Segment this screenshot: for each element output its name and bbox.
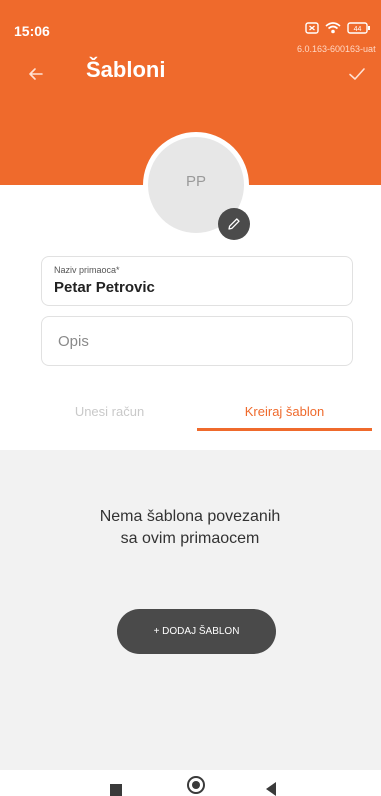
system-back-button[interactable] <box>266 782 276 796</box>
empty-state-message: Nema šablona povezanih sa ovim primaocem <box>99 508 281 547</box>
arrow-left-icon <box>29 68 43 80</box>
pencil-icon <box>228 218 240 230</box>
save-button[interactable] <box>345 62 369 86</box>
status-icons: 44 <box>305 22 371 34</box>
recipient-name-field[interactable]: Naziv primaoca* Petar Petrovic <box>41 256 353 306</box>
recents-button[interactable] <box>110 784 122 796</box>
tab-enter-bill[interactable]: Unesi račun <box>22 396 197 432</box>
check-icon <box>349 68 365 80</box>
recipient-name-value: Petar Petrovic <box>54 279 155 296</box>
templates-empty-state: Nema šablona povezanih sa ovim primaocem… <box>0 450 381 770</box>
system-nav-bar <box>0 770 381 796</box>
status-time: 15:06 <box>14 23 50 39</box>
home-button[interactable] <box>187 776 205 794</box>
description-placeholder: Opis <box>58 333 89 350</box>
app-version: 6.0.163-600163-uat <box>297 44 376 54</box>
add-template-button[interactable]: + DODAJ ŠABLON <box>117 609 276 654</box>
active-tab-indicator <box>197 428 372 431</box>
page-title: Šabloni <box>86 57 166 82</box>
back-button[interactable] <box>24 62 48 86</box>
edit-avatar-button[interactable] <box>218 208 250 240</box>
battery-icon: 44 <box>347 22 370 34</box>
sim-icon <box>305 22 319 34</box>
description-field[interactable]: Opis <box>41 316 353 366</box>
tab-bar: Unesi račun Kreiraj šablon <box>22 396 372 432</box>
recipient-name-label: Naziv primaoca* <box>54 265 120 275</box>
wifi-icon <box>325 22 341 34</box>
tab-create-template[interactable]: Kreiraj šablon <box>197 396 372 432</box>
avatar-initials: PP <box>185 173 206 190</box>
battery-level: 44 <box>354 26 362 33</box>
